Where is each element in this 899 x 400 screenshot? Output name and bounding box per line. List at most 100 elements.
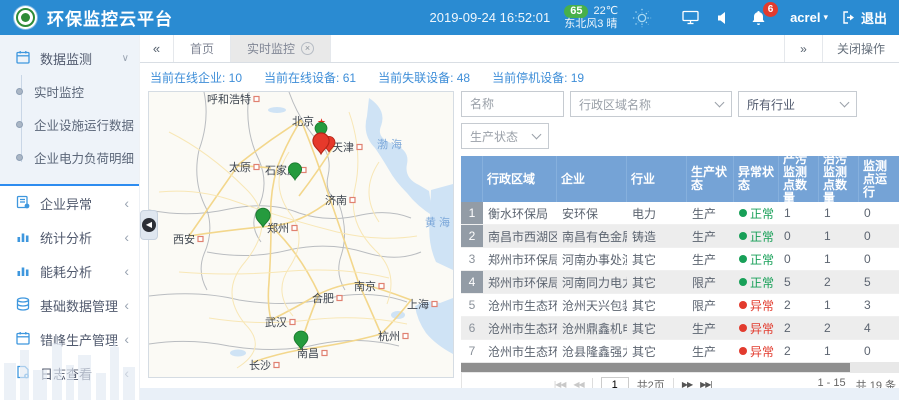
map-panel[interactable]: 呼和浩特北京★天津太原石家庄济南西安郑州南京合肥上海武汉杭州长沙南昌渤海黄海 ◀ xyxy=(148,91,454,378)
monitor-icon[interactable] xyxy=(680,8,700,28)
city-dot-icon xyxy=(379,284,384,289)
industry-filter-select[interactable]: 所有行业 xyxy=(738,91,857,117)
sidebar-subitem-label: 实时监控 xyxy=(34,82,84,101)
city-dot-icon xyxy=(432,302,437,307)
sidebar-item-1[interactable]: 企业异常‹ xyxy=(0,186,139,220)
calendar-icon xyxy=(16,331,30,348)
sidebar-item-4[interactable]: 基础数据管理‹ xyxy=(0,288,139,322)
table-row[interactable]: 7沧州市生态环保局沧县隆鑫强力加工厂其它生产异常210 xyxy=(461,340,899,362)
map-city-label: 武汉 xyxy=(265,316,287,329)
map-collapse-button[interactable]: ◀ xyxy=(140,210,158,240)
status-dot-icon xyxy=(739,232,747,240)
row-number: 4 xyxy=(461,271,483,293)
cell-status: 限产 xyxy=(687,294,734,316)
cell-region: 郑州市环保局 xyxy=(483,271,557,293)
column-header: 行政区域 xyxy=(483,156,557,202)
city-dot-icon xyxy=(337,296,342,301)
tab-label: 首页 xyxy=(190,40,214,57)
city-dot-icon xyxy=(350,198,355,203)
cell-status: 生产 xyxy=(687,202,734,224)
table-row[interactable]: 5沧州市生态环保局沧州天兴包装制品厂其它限产异常213 xyxy=(461,294,899,317)
temperature: 22℃ xyxy=(593,5,618,18)
sidebar-item-5[interactable]: 错峰生产管理‹ xyxy=(0,322,139,356)
column-header: 监测点运行 xyxy=(859,156,899,202)
status-filter-select[interactable]: 生产状态 xyxy=(461,123,549,149)
sidebar-subitem[interactable]: 实时监控 xyxy=(0,75,139,108)
map-city-label: 南京 xyxy=(354,279,376,293)
sidebar-subitem-label: 企业设施运行数据 xyxy=(34,115,134,134)
cell-c3: 4 xyxy=(859,317,899,339)
data-grid: 行政区域企业行业生产状态异常状态产污监测点数量治污监测点数量监测点运行 1衡水环… xyxy=(461,156,899,397)
map-city-label: 南昌 xyxy=(297,347,319,360)
cell-status: 限产 xyxy=(687,271,734,293)
sidebar-subitem[interactable]: 企业设施运行数据 xyxy=(0,108,139,141)
chevron-left-icon: ‹ xyxy=(124,365,129,381)
region-filter-select[interactable]: 行政区域名称 xyxy=(570,91,732,117)
table-row[interactable]: 3郑州市环保局河南办事处演示其它生产正常010 xyxy=(461,248,899,271)
column-header xyxy=(461,156,483,202)
china-map[interactable]: 呼和浩特北京★天津太原石家庄济南西安郑州南京合肥上海武汉杭州长沙南昌渤海黄海 xyxy=(149,92,453,377)
notification-badge[interactable]: 6 xyxy=(763,2,778,17)
cell-c1: 2 xyxy=(779,317,819,339)
tabs-expand-button[interactable]: » xyxy=(784,35,822,62)
calendar-icon xyxy=(16,50,30,67)
cell-industry: 其它 xyxy=(627,317,687,339)
stat-item: 当前在线设备: 61 xyxy=(264,69,356,86)
cell-region: 沧州市生态环保局 xyxy=(483,294,557,316)
map-city-label: 郑州 xyxy=(267,221,289,235)
sidebar-item-2[interactable]: 统计分析‹ xyxy=(0,220,139,254)
table-row[interactable]: 4郑州市环保局河南同力电力设备有限公司其它限产正常525 xyxy=(461,271,899,294)
volume-icon[interactable] xyxy=(714,8,734,28)
app-header: 环保监控云平台 2019-09-24 16:52:01 65 22℃ 东北风3 … xyxy=(0,0,899,35)
map-city-label: 上海 xyxy=(407,297,429,311)
bell-icon[interactable]: 6 xyxy=(748,8,768,28)
table-row[interactable]: 1衡水环保局安环保电力生产正常110 xyxy=(461,202,899,225)
weather-text: 东北风3 晴 xyxy=(564,18,618,31)
cell-c2: 1 xyxy=(819,202,859,224)
user-menu[interactable]: acrel▾ xyxy=(790,10,828,25)
cell-abnormal-status: 异常 xyxy=(734,294,779,316)
sidebar-submenu: 实时监控企业设施运行数据企业电力负荷明细 xyxy=(0,75,139,174)
cell-c3: 0 xyxy=(859,248,899,270)
sidebar-item-0[interactable]: 数据监测∨ xyxy=(0,41,139,75)
logout-button[interactable]: 退出 xyxy=(842,8,887,27)
cell-abnormal-status: 异常 xyxy=(734,340,779,362)
city-dot-icon xyxy=(322,351,327,356)
cell-region: 郑州市环保局 xyxy=(483,248,557,270)
row-number: 7 xyxy=(461,340,483,362)
table-row[interactable]: 6沧州市生态环保局沧州鼎鑫机电设备有限公司其它生产异常224 xyxy=(461,317,899,340)
cell-company: 南昌有色金属有限公司 xyxy=(557,225,627,247)
sidebar-item-3[interactable]: 能耗分析‹ xyxy=(0,254,139,288)
city-dot-icon xyxy=(403,334,408,339)
tab-label: 实时监控 xyxy=(247,40,295,57)
map-city-label: 太原 xyxy=(229,161,251,174)
filter-bar: 行政区域名称 所有行业 生产状态 xyxy=(461,91,899,149)
sidebar-item-6[interactable]: 日志查看‹ xyxy=(0,356,139,390)
cell-c3: 0 xyxy=(859,340,899,362)
cell-industry: 电力 xyxy=(627,202,687,224)
cell-region: 衡水环保局 xyxy=(483,202,557,224)
stats-row: 当前在线企业: 10当前在线设备: 61当前失联设备: 48当前停机设备: 19 xyxy=(140,66,899,88)
cell-c2: 1 xyxy=(819,294,859,316)
cell-company: 沧县隆鑫强力加工厂 xyxy=(557,340,627,362)
cell-c1: 1 xyxy=(779,202,819,224)
horizontal-scrollbar[interactable] xyxy=(461,362,899,373)
map-sea-label: 渤海 xyxy=(377,137,405,151)
close-operations-button[interactable]: 关闭操作 xyxy=(822,35,899,62)
chevron-left-icon: ‹ xyxy=(124,229,129,245)
column-header: 行业 xyxy=(627,156,687,202)
name-filter-input[interactable] xyxy=(470,97,555,111)
tabs-collapse-button[interactable]: « xyxy=(140,35,174,62)
sun-icon xyxy=(632,8,652,28)
tab-close-icon[interactable]: × xyxy=(301,42,314,55)
sidebar-subitem[interactable]: 企业电力负荷明细 xyxy=(0,141,139,174)
name-filter-field[interactable] xyxy=(461,91,564,117)
city-dot-icon xyxy=(274,363,279,368)
tab-首页[interactable]: 首页 xyxy=(174,35,231,62)
column-header: 产污监测点数量 xyxy=(779,156,819,202)
city-dot-icon xyxy=(254,97,259,102)
tab-实时监控[interactable]: 实时监控 × xyxy=(231,35,331,62)
cell-c1: 5 xyxy=(779,271,819,293)
file-icon xyxy=(16,365,30,382)
table-row[interactable]: 2南昌市西湖区环保局南昌有色金属有限公司铸造生产正常010 xyxy=(461,225,899,248)
